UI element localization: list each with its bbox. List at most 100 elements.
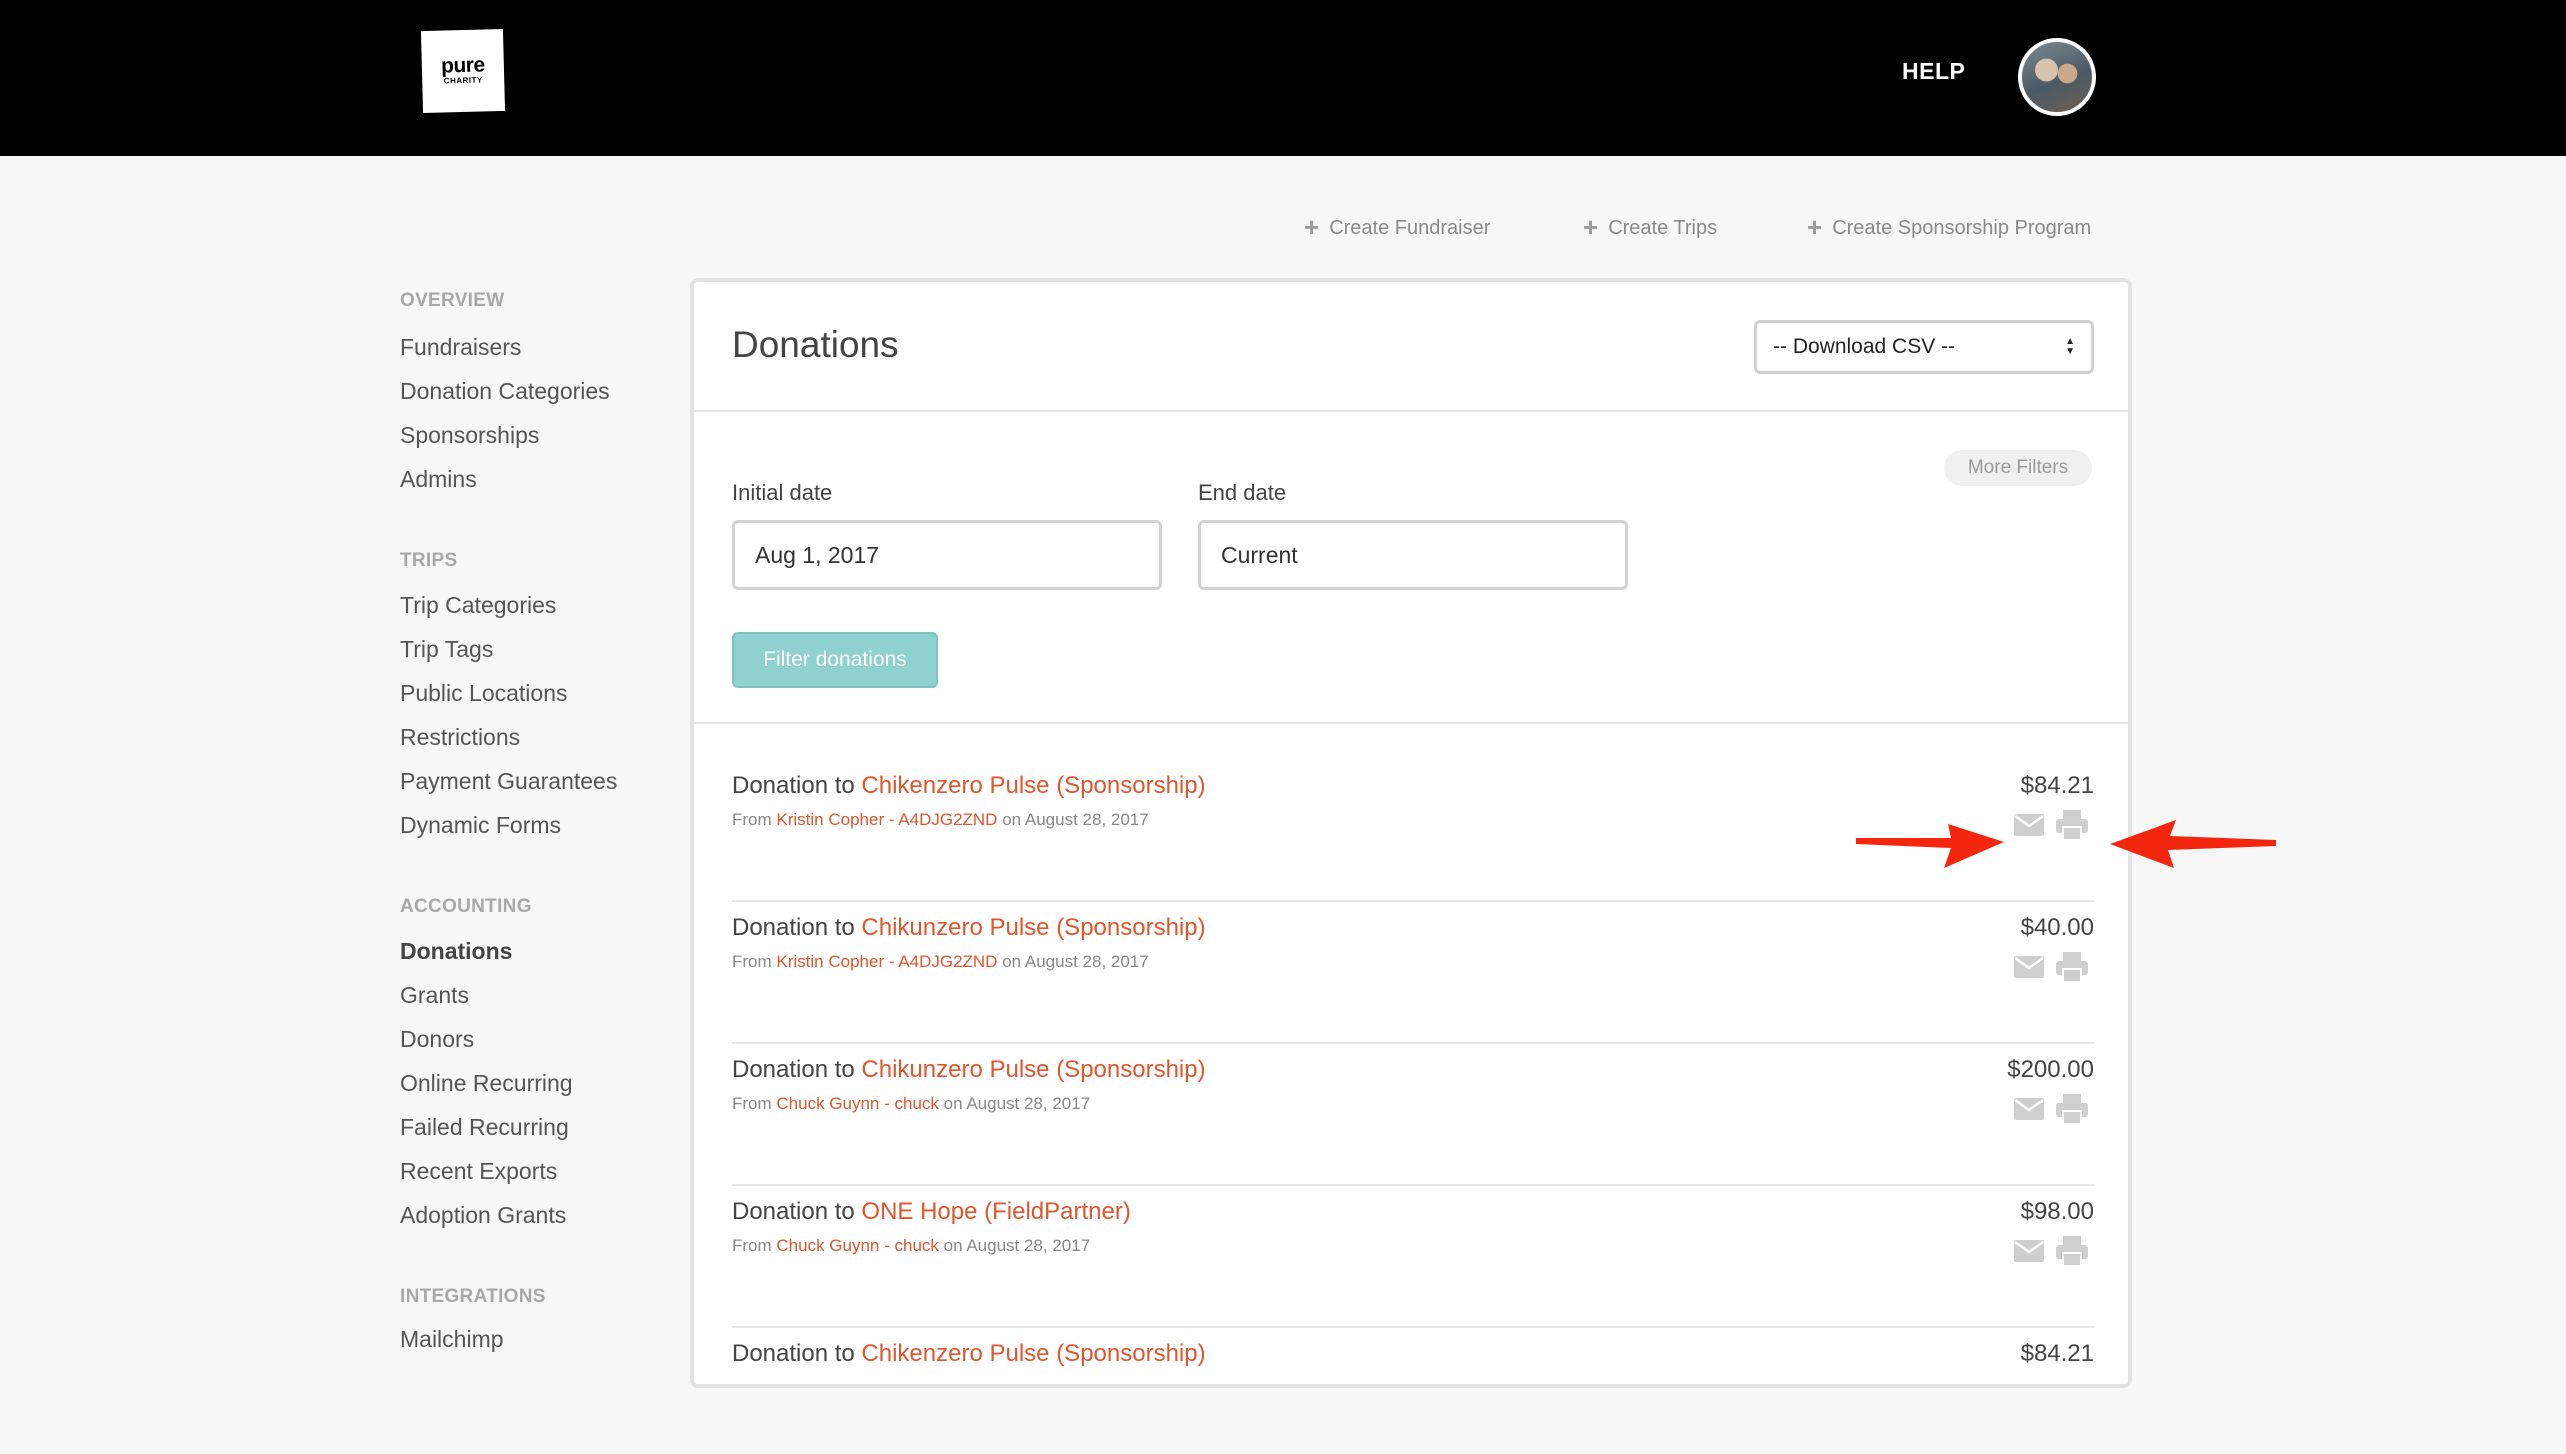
user-avatar[interactable] — [2018, 38, 2096, 116]
donation-amount: $200.00 — [2007, 1056, 2094, 1083]
donation-title: Donation to ONE Hope (FieldPartner) — [732, 1198, 1131, 1226]
donation-row: Donation to ONE Hope (FieldPartner) From… — [732, 1170, 2094, 1312]
sidebar-item-admins[interactable]: Admins — [400, 466, 477, 493]
donation-actions — [2014, 810, 2094, 840]
donation-prefix: Donation to — [732, 1056, 862, 1083]
donation-title: Donation to Chikenzero Pulse (Sponsorshi… — [732, 1340, 1206, 1368]
plus-icon: + — [1807, 212, 1823, 242]
sidebar-item-public-locations[interactable]: Public Locations — [400, 680, 568, 707]
donation-actions — [2014, 1094, 2094, 1124]
sidebar-item-mailchimp[interactable]: Mailchimp — [400, 1326, 504, 1353]
filter-donations-button[interactable]: Filter donations — [732, 632, 938, 688]
donation-amount: $84.21 — [2020, 772, 2094, 799]
envelope-icon[interactable] — [2014, 814, 2044, 836]
initial-date-label: Initial date — [732, 480, 833, 505]
create-actions-bar: + Create Fundraiser + Create Trips + Create… — [0, 212, 2566, 242]
create-trips-link[interactable]: + Create Trips — [1583, 212, 1717, 243]
donation-amount: $40.00 — [2020, 914, 2094, 941]
download-csv-selected-value: -- Download CSV -- — [1773, 335, 1956, 358]
sidebar-item-failed-recurring[interactable]: Failed Recurring — [400, 1114, 569, 1141]
sidebar-item-trip-categories[interactable]: Trip Categories — [400, 592, 556, 619]
donor-link[interactable]: Chuck Guynn - chuck — [776, 1094, 939, 1113]
donation-title: Donation to Chikenzero Pulse (Sponsorshi… — [732, 772, 1206, 800]
donation-from: From — [732, 1094, 777, 1113]
download-csv-select[interactable]: -- Download CSV -- ▲ ▼ — [1754, 320, 2094, 374]
sidebar-item-donations[interactable]: Donations — [400, 938, 512, 965]
sidebar-item-donation-categories[interactable]: Donation Categories — [400, 378, 610, 405]
donation-meta: From Chuck Guynn - chuck on August 28, 2… — [732, 1236, 1090, 1256]
donation-row: Donation to Chikenzero Pulse (Sponsorshi… — [732, 1312, 2094, 1454]
page-title: Donations — [732, 324, 899, 365]
donation-meta: From Kristin Copher - A4DJG2ZND on Augus… — [732, 952, 1149, 972]
sidebar-heading-accounting: ACCOUNTING — [400, 896, 532, 917]
sidebar-item-grants[interactable]: Grants — [400, 982, 469, 1009]
sidebar-heading-integrations: INTEGRATIONS — [400, 1286, 546, 1307]
donation-target-link[interactable]: Chikenzero Pulse (Sponsorship) — [861, 772, 1205, 799]
create-fundraiser-link[interactable]: + Create Fundraiser — [1304, 212, 1490, 243]
donation-amount: $84.21 — [2020, 1340, 2094, 1367]
donation-from: From — [732, 810, 777, 829]
donor-link[interactable]: Kristin Copher - A4DJG2ZND — [776, 952, 997, 971]
donation-target-link[interactable]: Chikenzero Pulse (Sponsorship) — [861, 1340, 1205, 1367]
donation-target-link[interactable]: ONE Hope (FieldPartner) — [861, 1198, 1130, 1225]
donation-target-link[interactable]: Chikunzero Pulse (Sponsorship) — [861, 1056, 1205, 1083]
sidebar-heading-overview: OVERVIEW — [400, 290, 505, 311]
printer-icon[interactable] — [2056, 810, 2088, 840]
pure-charity-logo[interactable]: pure CHARITY — [420, 28, 506, 114]
end-date-label: End date — [1198, 480, 1287, 505]
sidebar-item-online-recurring[interactable]: Online Recurring — [400, 1070, 573, 1097]
select-arrows-icon: ▲ ▼ — [2065, 336, 2075, 357]
filters-divider — [694, 722, 2128, 724]
donation-meta: From Chuck Guynn - chuck on August 28, 2… — [732, 1094, 1090, 1114]
help-link[interactable]: HELP — [1902, 58, 1965, 85]
envelope-icon[interactable] — [2014, 956, 2044, 978]
envelope-icon[interactable] — [2014, 1240, 2044, 1262]
annotation-arrow-left-icon — [2110, 820, 2276, 868]
donation-date: on August 28, 2017 — [938, 1094, 1091, 1113]
sidebar-item-dynamic-forms[interactable]: Dynamic Forms — [400, 812, 561, 839]
donation-actions — [2014, 952, 2094, 982]
donation-prefix: Donation to — [732, 772, 862, 799]
end-date-value: Current — [1221, 541, 1298, 568]
logo-text-pure: pure — [440, 53, 485, 78]
logo-text-charity: CHARITY — [443, 75, 483, 86]
header-divider — [694, 410, 2128, 412]
more-filters-button[interactable]: More Filters — [1944, 450, 2092, 486]
donation-date: on August 28, 2017 — [997, 810, 1149, 829]
initial-date-input[interactable]: Aug 1, 2017 — [732, 520, 1162, 590]
donation-amount: $98.00 — [2020, 1198, 2094, 1225]
printer-icon[interactable] — [2056, 1094, 2088, 1124]
sidebar-item-sponsorships[interactable]: Sponsorships — [400, 422, 539, 449]
sidebar-item-trip-tags[interactable]: Trip Tags — [400, 636, 493, 663]
sidebar-item-adoption-grants[interactable]: Adoption Grants — [400, 1202, 566, 1229]
printer-icon[interactable] — [2056, 1236, 2088, 1266]
initial-date-value: Aug 1, 2017 — [755, 541, 880, 568]
printer-icon[interactable] — [2056, 952, 2088, 982]
donation-prefix: Donation to — [732, 1198, 862, 1225]
donation-meta: From Kristin Copher - A4DJG2ZND on Augus… — [732, 810, 1149, 830]
donation-actions — [2014, 1236, 2094, 1266]
donation-title: Donation to Chikunzero Pulse (Sponsorshi… — [732, 1056, 1206, 1084]
plus-icon: + — [1304, 212, 1320, 242]
sidebar-item-donors[interactable]: Donors — [400, 1026, 474, 1053]
sidebar-item-recent-exports[interactable]: Recent Exports — [400, 1158, 557, 1185]
top-navigation-bar: pure CHARITY HELP — [0, 0, 2566, 156]
sidebar-item-fundraisers[interactable]: Fundraisers — [400, 334, 521, 361]
donation-prefix: Donation to — [732, 1340, 862, 1367]
sidebar-item-payment-guarantees[interactable]: Payment Guarantees — [400, 768, 617, 795]
donor-link[interactable]: Kristin Copher - A4DJG2ZND — [776, 810, 997, 829]
donation-from: From — [732, 952, 777, 971]
donation-target-link[interactable]: Chikunzero Pulse (Sponsorship) — [861, 914, 1205, 941]
donation-row: Donation to Chikunzero Pulse (Sponsorshi… — [732, 886, 2094, 1028]
donation-prefix: Donation to — [732, 914, 862, 941]
create-fundraiser-label: Create Fundraiser — [1329, 217, 1491, 239]
annotation-arrow-right-icon — [1856, 824, 2004, 868]
end-date-input[interactable]: Current — [1198, 520, 1628, 590]
create-sponsorship-program-link[interactable]: + Create Sponsorship Program — [1807, 212, 2091, 243]
sidebar-heading-trips: TRIPS — [400, 550, 458, 571]
donation-date: on August 28, 2017 — [997, 952, 1149, 971]
sidebar-item-restrictions[interactable]: Restrictions — [400, 724, 520, 751]
donor-link[interactable]: Chuck Guynn - chuck — [776, 1236, 939, 1255]
envelope-icon[interactable] — [2014, 1098, 2044, 1120]
plus-icon: + — [1583, 212, 1599, 242]
